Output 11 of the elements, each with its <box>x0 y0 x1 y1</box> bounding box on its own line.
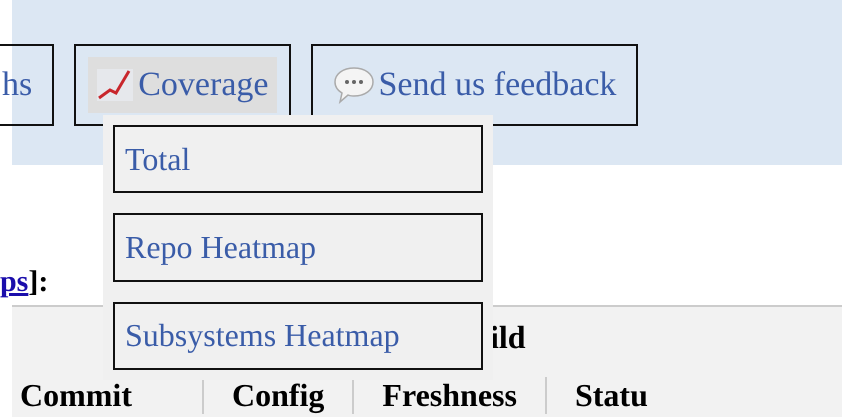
table-caption: ild <box>490 319 526 357</box>
column-header: Commit <box>19 377 133 414</box>
menu-item[interactable]: Repo Heatmap <box>113 213 483 282</box>
column-header: Statu <box>544 377 676 414</box>
nav-button[interactable]: hs <box>0 44 54 126</box>
line-chart-icon <box>96 68 134 102</box>
text-link[interactable]: ps <box>0 265 28 299</box>
speech-bubble-icon <box>332 66 375 104</box>
label-text: ]: <box>28 265 48 299</box>
menu-item[interactable]: Total <box>113 125 483 194</box>
menu-item[interactable]: Subsystems Heatmap <box>113 302 483 370</box>
